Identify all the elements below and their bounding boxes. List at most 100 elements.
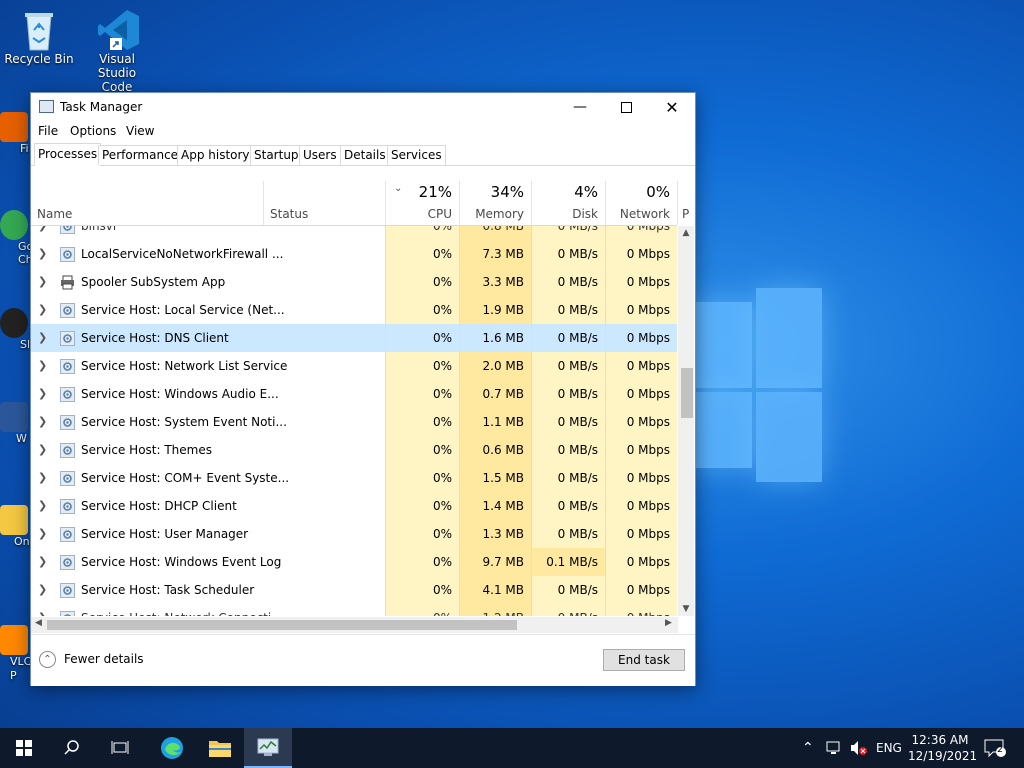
column-disk[interactable]: 4% Disk [531,181,606,225]
process-row[interactable]: ❯ Service Host: User Manager 0% 1.3 MB 0 MB/… [31,520,677,548]
start-button[interactable] [0,728,48,768]
column-header: Name Status ⌄ 21% CPU 34% Memory 4% Disk… [31,181,689,226]
expand-chevron-icon[interactable]: ❯ [38,471,47,484]
process-row[interactable]: ❯ Service Host: Windows Audio E... 0% 0.7 M… [31,380,677,408]
cpu-value: 0% [385,548,459,576]
tab-users[interactable]: Users [299,145,341,165]
desktop-icon-partial-word[interactable]: W [0,402,32,445]
search-button[interactable] [48,728,96,768]
column-name[interactable]: Name [31,181,263,225]
process-row[interactable]: ❯ Service Host: COM+ Event Syste... 0% 1.5 … [31,464,677,492]
expand-chevron-icon[interactable]: ❯ [38,226,47,232]
service-gear-icon [60,527,75,542]
desktop-icon-recycle-bin[interactable]: Recycle Bin [3,8,75,66]
tab-details[interactable]: Details [340,145,390,165]
minimize-button[interactable]: — [557,93,603,121]
expand-chevron-icon[interactable]: ❯ [38,303,47,316]
close-button[interactable]: ✕ [649,93,695,121]
expand-chevron-icon[interactable]: ❯ [38,583,47,596]
disk-value: 0 MB/s [531,436,605,464]
desktop-icon-partial-app[interactable]: Sl [0,308,32,351]
recycle-bin-icon [19,8,59,51]
process-row[interactable]: ❯ Service Host: Network Connecti... 0%1.2 … [31,604,677,616]
process-row[interactable]: ❯ Service Host: DHCP Client 0% 1.4 MB 0 MB/s… [31,492,677,520]
process-name: Service Host: Windows Audio E... [81,387,279,401]
process-row[interactable]: ❯ Service Host: Themes 0% 0.6 MB 0 MB/s 0 Mbp… [31,436,677,464]
clock[interactable]: 12:36 AM 12/19/2021 [908,732,977,764]
expand-chevron-icon[interactable]: ❯ [38,555,47,568]
process-row[interactable]: ❯ binsvr 0%0.8 MB0 MB/s0 Mbps [31,226,677,240]
file-explorer-taskbar-button[interactable] [196,728,244,768]
task-view-icon [111,741,129,754]
menu-view[interactable]: View [126,124,154,138]
action-center-button[interactable]: 2 [982,728,1008,768]
column-network[interactable]: 0% Network [605,181,678,225]
expand-chevron-icon[interactable]: ❯ [38,611,47,616]
notification-count-badge: 2 [997,745,1003,755]
task-view-button[interactable] [96,728,144,768]
process-row[interactable]: ❯ Service Host: System Event Noti... 0% 1.1… [31,408,677,436]
scroll-down-icon[interactable]: ▼ [678,604,694,614]
network-value: 0 Mbps [605,576,677,604]
show-hidden-icons-button[interactable]: ⌃ [802,728,814,768]
task-manager-taskbar-button[interactable] [244,728,292,768]
scroll-left-icon[interactable]: ◀ [35,618,42,628]
expand-chevron-icon[interactable]: ❯ [38,527,47,540]
volume-muted-icon [851,741,867,755]
title-bar[interactable]: Task Manager — ✕ [31,93,695,121]
network-value: 0 Mbps [605,380,677,408]
menu-file[interactable]: File [38,124,58,138]
tab-processes[interactable]: Processes [34,143,102,166]
tab-app-history[interactable]: App history [177,145,254,165]
tab-performance[interactable]: Performance [98,145,183,165]
column-power-partial[interactable]: P [677,181,696,225]
horizontal-scrollbar[interactable]: ◀ ▶ [31,617,678,633]
column-status[interactable]: Status [263,181,386,225]
expand-chevron-icon[interactable]: ❯ [38,443,47,456]
expand-chevron-icon[interactable]: ❯ [38,359,47,372]
desktop-icon-partial-chrome[interactable]: Go Ch [0,210,33,266]
end-task-button[interactable]: End task [603,649,685,671]
menu-options[interactable]: Options [70,124,116,138]
volume-tray-button[interactable] [850,728,868,768]
expand-chevron-icon[interactable]: ❯ [38,387,47,400]
input-language-indicator[interactable]: ENG [876,728,902,768]
tab-startup[interactable]: Startup [250,145,303,165]
cpu-value: 0% [385,324,459,352]
edge-taskbar-button[interactable] [148,728,196,768]
vertical-scroll-thumb[interactable] [681,368,693,418]
tab-services[interactable]: Services [387,145,446,165]
vertical-scrollbar[interactable]: ▲ ▼ [678,226,694,616]
desktop-icon-partial-firefox[interactable]: Fi [0,112,32,155]
cpu-value: 0% [385,436,459,464]
cpu-value: 0% [385,240,459,268]
network-tray-button[interactable] [826,728,844,768]
column-cpu[interactable]: ⌄ 21% CPU [385,181,460,225]
scroll-right-icon[interactable]: ▶ [665,618,672,628]
cpu-value: 0% [385,296,459,324]
column-memory[interactable]: 34% Memory [459,181,532,225]
disk-value: 0.1 MB/s [531,548,605,576]
horizontal-scroll-thumb[interactable] [47,620,517,630]
process-row[interactable]: ❯ LocalServiceNoNetworkFirewall ... 0% 7.3 … [31,240,677,268]
process-row[interactable]: ❯ Service Host: Windows Event Log 0% 9.7 MB… [31,548,677,576]
expand-chevron-icon[interactable]: ❯ [38,331,47,344]
collapse-chevron-icon[interactable]: ⌃ [39,651,56,668]
desktop-icon-partial-vlc[interactable]: VLC P [0,625,32,683]
process-row[interactable]: ❯ Spooler SubSystem App 0% 3.3 MB 0 MB/s 0 Mb… [31,268,677,296]
expand-chevron-icon[interactable]: ❯ [38,415,47,428]
desktop-icon-vscode[interactable]: Visual Studio Code [81,8,153,94]
desktop-icon-partial-onedrive[interactable]: On [0,505,32,548]
process-row[interactable]: ❯ Service Host: Local Service (Net... 0% 1.… [31,296,677,324]
scroll-up-icon[interactable]: ▲ [678,228,694,238]
maximize-button[interactable] [603,93,649,121]
process-row[interactable]: ❯ Service Host: Network List Service 0% 2.0… [31,352,677,380]
expand-chevron-icon[interactable]: ❯ [38,499,47,512]
process-row[interactable]: ❯ Service Host: Task Scheduler 0% 4.1 MB 0 M… [31,576,677,604]
service-gear-icon [60,247,75,262]
process-row[interactable]: ❯ Service Host: DNS Client 0% 1.6 MB 0 MB/s 0… [31,324,677,352]
windows-start-icon [16,740,32,756]
fewer-details-link[interactable]: Fewer details [64,652,144,666]
expand-chevron-icon[interactable]: ❯ [38,275,47,288]
expand-chevron-icon[interactable]: ❯ [38,247,47,260]
